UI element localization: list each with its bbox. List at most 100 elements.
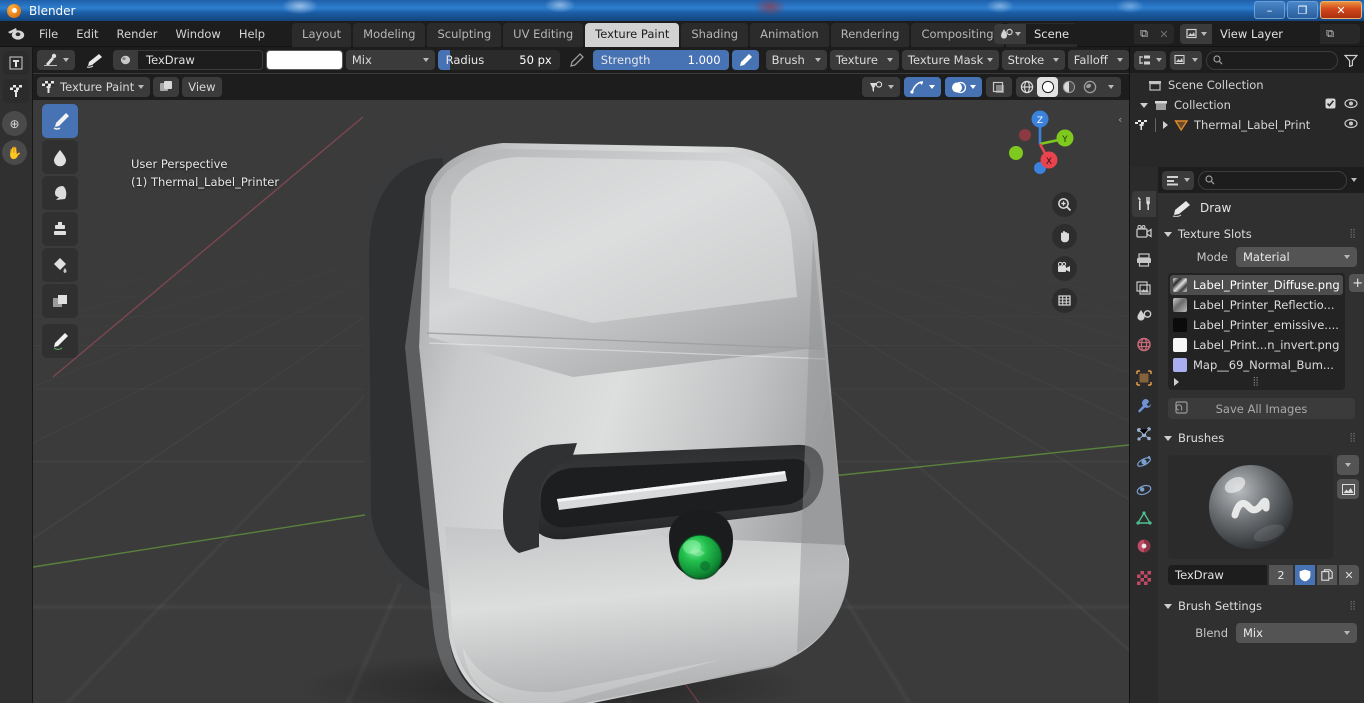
left-strip-texture-paint-icon[interactable] bbox=[3, 79, 29, 103]
workspace-tab-rendering[interactable]: Rendering bbox=[830, 22, 910, 47]
strength-pressure-toggle[interactable] bbox=[731, 50, 759, 70]
ortho-grid-icon[interactable] bbox=[1052, 288, 1077, 313]
viewport-sidebar-toggle-icon[interactable]: ‹ bbox=[1118, 113, 1122, 126]
properties-tab-texture[interactable] bbox=[1132, 565, 1156, 591]
remove-view-layer-button[interactable] bbox=[1340, 24, 1360, 44]
left-zoom-icon[interactable]: ⊕ bbox=[2, 111, 27, 136]
view-layer-browse-icon[interactable] bbox=[1180, 24, 1212, 44]
stroke-menu[interactable]: Stroke bbox=[1001, 50, 1065, 70]
left-strip-tool-icon[interactable] bbox=[3, 51, 29, 75]
brushes-panel-header[interactable]: Brushes ⣿ bbox=[1158, 427, 1364, 449]
save-all-images-button[interactable]: Save All Images bbox=[1168, 398, 1355, 419]
left-pan-icon[interactable]: ✋ bbox=[2, 140, 27, 165]
brush-datablock-name[interactable]: TexDraw bbox=[1168, 565, 1267, 585]
brush-blend-dropdown[interactable]: Mix bbox=[1236, 623, 1357, 643]
outliner-display-mode-button[interactable] bbox=[1170, 50, 1202, 70]
properties-tab-tool[interactable] bbox=[1132, 191, 1156, 217]
texture-slot-item[interactable]: Map__69_Normal_Bum... bbox=[1170, 355, 1343, 375]
workspace-tab-uv-editing[interactable]: UV Editing bbox=[503, 22, 584, 47]
brush-unlink-button[interactable]: ✕ bbox=[1339, 565, 1359, 585]
properties-tab-data[interactable] bbox=[1132, 505, 1156, 531]
menu-edit[interactable]: Edit bbox=[67, 24, 107, 44]
properties-tab-material[interactable] bbox=[1132, 533, 1156, 559]
menu-render[interactable]: Render bbox=[108, 24, 167, 44]
paint-mask-toggle[interactable] bbox=[153, 77, 180, 97]
viewport-canvas[interactable]: User Perspective (1) Thermal_Label_Print… bbox=[33, 47, 1129, 703]
collection-checkbox[interactable] bbox=[1325, 98, 1336, 112]
zoom-icon[interactable] bbox=[1052, 192, 1077, 217]
properties-editor[interactable]: Draw Texture Slots ⣿ Mode Material Label… bbox=[1129, 167, 1364, 703]
properties-tab-output[interactable] bbox=[1132, 247, 1156, 273]
properties-tab-view-layer[interactable] bbox=[1132, 275, 1156, 301]
view-layer-name-field[interactable]: View Layer bbox=[1212, 24, 1320, 44]
interaction-mode-dropdown[interactable]: Texture Paint bbox=[37, 77, 151, 97]
remove-scene-button[interactable]: ✕ bbox=[1154, 24, 1174, 44]
minimize-button[interactable]: – bbox=[1254, 1, 1285, 19]
new-scene-button[interactable]: ⧉ bbox=[1134, 24, 1154, 44]
brush-preview-image[interactable] bbox=[1168, 455, 1333, 559]
texture-menu[interactable]: Texture bbox=[829, 50, 899, 70]
gizmo-toggle[interactable] bbox=[904, 77, 941, 97]
texture-mask-menu[interactable]: Texture Mask bbox=[901, 50, 999, 70]
menu-file[interactable]: File bbox=[30, 24, 67, 44]
brush-datablock-icon[interactable] bbox=[113, 50, 137, 70]
properties-tab-modifier[interactable] bbox=[1132, 393, 1156, 419]
texture-slot-item[interactable]: Label_Printer_Diffuse.png bbox=[1170, 275, 1343, 295]
viewport-navigation-gizmo[interactable]: Z Y X bbox=[1001, 105, 1079, 183]
pan-icon[interactable] bbox=[1052, 224, 1077, 249]
brush-fake-user-toggle[interactable] bbox=[1295, 565, 1315, 585]
outliner-filter-icon[interactable] bbox=[1342, 50, 1360, 70]
collection-visibility-eye-icon[interactable] bbox=[1344, 98, 1358, 112]
shading-material-preview-button[interactable] bbox=[1058, 77, 1079, 97]
workspace-tab-compositing[interactable]: Compositing bbox=[911, 22, 1004, 47]
brush-name-field[interactable]: TexDraw bbox=[137, 50, 263, 70]
camera-icon[interactable] bbox=[1052, 256, 1077, 281]
properties-tab-scene[interactable] bbox=[1132, 303, 1156, 329]
scene-browse-icon[interactable] bbox=[994, 24, 1026, 44]
brush-menu[interactable]: Brush bbox=[765, 50, 827, 70]
strength-slider[interactable]: Strength 1.000 bbox=[592, 50, 729, 70]
add-texture-slot-button[interactable]: + bbox=[1348, 274, 1364, 292]
workspace-tab-sculpting[interactable]: Sculpting bbox=[427, 22, 502, 47]
brush-duplicate-button[interactable] bbox=[1317, 565, 1337, 585]
texture-slot-list-footer[interactable]: ⣿ bbox=[1170, 375, 1343, 388]
texture-slot-list-expand-triangle-icon[interactable] bbox=[1174, 377, 1179, 386]
thermal-label-printer-model[interactable] bbox=[33, 47, 1129, 703]
3d-viewport[interactable]: User Perspective (1) Thermal_Label_Print… bbox=[33, 47, 1129, 703]
properties-editor-type-button[interactable] bbox=[1162, 170, 1194, 190]
properties-tab-render[interactable] bbox=[1132, 219, 1156, 245]
restore-button[interactable]: ❐ bbox=[1287, 1, 1318, 19]
radius-slider[interactable]: Radius 50 px bbox=[437, 50, 560, 70]
radius-pressure-toggle[interactable] bbox=[563, 50, 590, 70]
workspace-tab-animation[interactable]: Animation bbox=[750, 22, 829, 47]
workspace-tab-modeling[interactable]: Modeling bbox=[353, 22, 426, 47]
properties-tab-particles[interactable] bbox=[1132, 421, 1156, 447]
properties-options-chevron-down-icon[interactable] bbox=[1351, 178, 1357, 182]
collection-expand-triangle-icon[interactable] bbox=[1140, 102, 1148, 108]
blender-logo-icon[interactable] bbox=[6, 25, 26, 43]
close-button[interactable]: ✕ bbox=[1320, 1, 1362, 19]
object-visibility-eye-icon[interactable] bbox=[1344, 118, 1358, 132]
outliner-editor[interactable]: Scene Collection Collection │ Thermal_La… bbox=[1129, 47, 1364, 167]
texture-slot-item[interactable]: Label_Printer_Reflectio... bbox=[1170, 295, 1343, 315]
properties-tab-object[interactable] bbox=[1132, 365, 1156, 391]
texture-slot-list[interactable]: Label_Printer_Diffuse.png Label_Printer_… bbox=[1168, 273, 1345, 390]
brush-users-count[interactable]: 2 bbox=[1269, 565, 1293, 585]
brush-color-swatch[interactable] bbox=[266, 50, 343, 70]
workspace-tab-layout[interactable]: Layout bbox=[292, 22, 352, 47]
properties-tab-world[interactable] bbox=[1132, 331, 1156, 357]
outliner-row-scene-collection[interactable]: Scene Collection bbox=[1130, 75, 1364, 95]
object-visibility-dropdown[interactable] bbox=[862, 77, 900, 97]
brush-preset-dropdown-button[interactable] bbox=[1337, 455, 1359, 475]
shading-options-chevron-down-icon[interactable] bbox=[1100, 77, 1121, 97]
shading-rendered-button[interactable] bbox=[1079, 77, 1100, 97]
texture-mode-dropdown[interactable]: Material bbox=[1236, 247, 1357, 267]
outliner-row-object[interactable]: │ Thermal_Label_Print bbox=[1130, 115, 1364, 135]
xray-toggle[interactable] bbox=[986, 77, 1012, 97]
properties-tab-constraints[interactable] bbox=[1132, 477, 1156, 503]
texture-slot-item[interactable]: Label_Print...n_invert.png bbox=[1170, 335, 1343, 355]
overlays-toggle[interactable] bbox=[945, 77, 982, 97]
tool-clone[interactable] bbox=[42, 212, 78, 246]
scene-name-field[interactable]: Scene bbox=[1026, 24, 1134, 44]
texture-slot-item[interactable]: Label_Printer_emissive.... bbox=[1170, 315, 1343, 335]
